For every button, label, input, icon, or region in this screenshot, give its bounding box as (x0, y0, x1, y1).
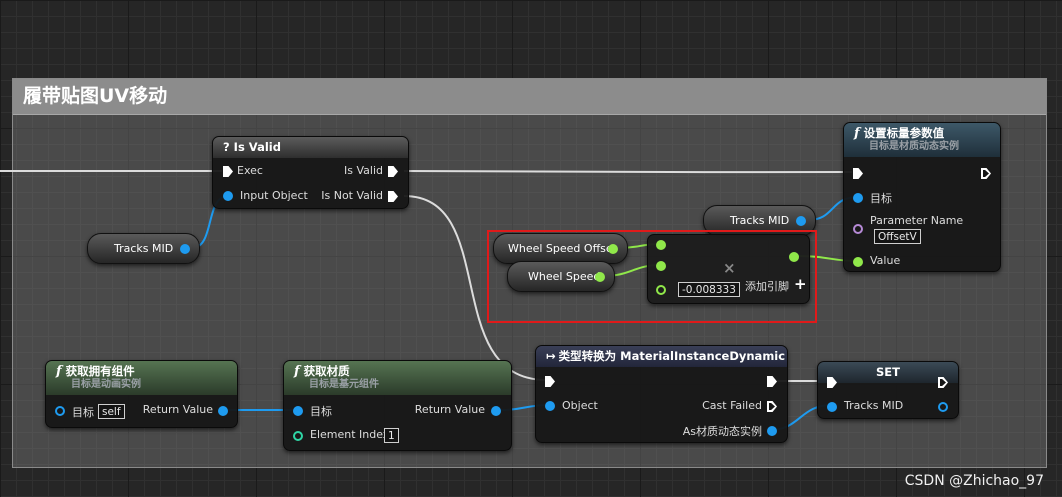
target-pin[interactable] (293, 406, 303, 416)
set-scalar-title: 设置标量参数值 (863, 126, 945, 140)
tracks-mid-label: Tracks MID (114, 242, 174, 255)
is-valid-exec-pin[interactable] (388, 166, 398, 177)
watermark: CSDN @Zhichao_97 (904, 473, 1044, 489)
as-instance-label: As材质动态实例 (682, 425, 762, 438)
parameter-name-label: Parameter Name (870, 214, 964, 227)
exec-out-pin[interactable] (767, 376, 777, 387)
tracks-mid-out-pin[interactable] (180, 244, 190, 254)
cast-header: ↦ 类型转换为 MaterialInstanceDynamic (536, 346, 787, 367)
is-valid-node[interactable]: ? Is Valid Exec Is Valid Input Object Is… (212, 136, 409, 209)
get-material-header: f 获取材质 目标是基元组件 (284, 361, 511, 395)
target-label: 目标 (310, 405, 332, 418)
highlight-box (487, 230, 817, 323)
tracks-mid-out-pin[interactable] (796, 216, 806, 226)
cast-node[interactable]: ↦ 类型转换为 MaterialInstanceDynamic Object Ca… (535, 345, 788, 443)
function-icon: f (854, 126, 860, 141)
comment-title[interactable]: 履带贴图UV移动 (13, 79, 1046, 115)
return-value-pin[interactable] (491, 406, 501, 416)
target-pin[interactable] (853, 193, 863, 203)
exec-out-pin[interactable] (981, 168, 991, 179)
return-value-label: Return Value (414, 403, 485, 416)
as-instance-pin[interactable] (767, 426, 777, 436)
set-scalar-subtitle: 目标是材质动态实例 (869, 141, 959, 152)
get-owning-component-node[interactable]: f 获取拥有组件 目标是动画实例 目标 self Return Value (45, 360, 238, 428)
target-label: 目标 (870, 192, 892, 205)
input-object-label: Input Object (240, 189, 308, 202)
parameter-name-pin[interactable] (853, 224, 863, 234)
function-icon: f (294, 364, 300, 379)
exec-in-pin[interactable] (223, 166, 233, 177)
get-material-subtitle: 目标是基元组件 (309, 379, 379, 390)
set-scalar-header: f 设置标量参数值 目标是材质动态实例 (844, 123, 1000, 157)
value-pin[interactable] (853, 257, 863, 267)
object-pin[interactable] (545, 401, 555, 411)
target-label: 目标 (72, 406, 94, 419)
is-valid-title: ? Is Valid (213, 137, 408, 158)
exec-in-pin[interactable] (545, 376, 555, 387)
input-object-pin[interactable] (223, 191, 233, 201)
is-not-valid-label: Is Not Valid (321, 189, 383, 202)
element-index-label: Element Index (310, 428, 390, 441)
tracks-mid-out-pin[interactable] (938, 402, 948, 412)
get-owner-title: 获取拥有组件 (65, 364, 135, 378)
tracks-mid-label: Tracks MID (730, 214, 790, 227)
is-not-valid-exec-pin[interactable] (388, 191, 398, 202)
set-scalar-parameter-node[interactable]: f 设置标量参数值 目标是材质动态实例 目标 Parameter Name Off… (843, 122, 1001, 272)
exec-in-pin[interactable] (853, 168, 863, 179)
target-self-box[interactable]: self (98, 404, 125, 419)
set-node[interactable]: SET Tracks MID (817, 361, 959, 419)
get-material-node[interactable]: f 获取材质 目标是基元组件 目标 Return Value Element In… (283, 360, 512, 451)
set-title: SET (818, 362, 958, 383)
tracks-mid-label: Tracks MID (844, 399, 904, 412)
return-value-pin[interactable] (218, 406, 228, 416)
is-valid-label: Is Valid (344, 164, 383, 177)
exec-label: Exec (237, 164, 263, 177)
get-owner-header: f 获取拥有组件 目标是动画实例 (46, 361, 237, 395)
cast-failed-exec-pin[interactable] (767, 401, 777, 412)
function-icon: f (56, 364, 62, 379)
value-label: Value (870, 254, 901, 267)
element-index-pin[interactable] (293, 431, 303, 441)
cast-icon: ↦ (546, 349, 556, 363)
get-material-title: 获取材质 (303, 364, 350, 378)
cast-title: 类型转换为 MaterialInstanceDynamic (558, 349, 786, 363)
tracks-mid-variable-left[interactable]: Tracks MID (87, 233, 200, 264)
tracks-mid-in-pin[interactable] (827, 402, 837, 412)
return-value-label: Return Value (142, 403, 213, 416)
target-pin[interactable] (55, 406, 65, 416)
object-label: Object (562, 399, 598, 412)
get-owner-subtitle: 目标是动画实例 (71, 379, 141, 390)
element-index-input[interactable]: 1 (384, 428, 399, 443)
cast-failed-label: Cast Failed (702, 399, 762, 412)
parameter-name-input[interactable]: OffsetV (874, 229, 921, 244)
